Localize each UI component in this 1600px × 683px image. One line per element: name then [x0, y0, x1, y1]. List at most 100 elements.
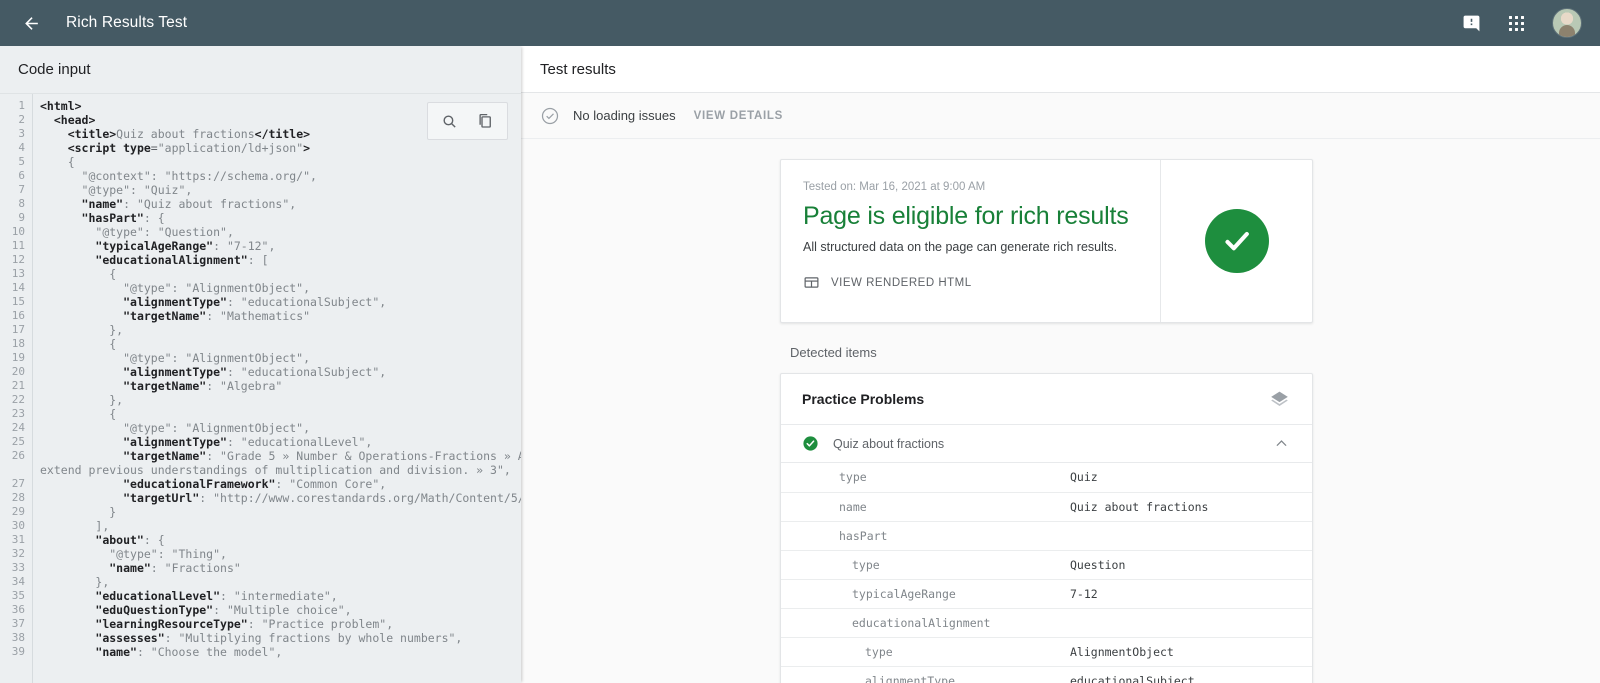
code-line-text: } [32, 505, 116, 519]
table-row: typeQuestion [781, 550, 1312, 579]
code-input-header: Code input [0, 46, 521, 93]
view-details-link[interactable]: VIEW DETAILS [694, 110, 783, 122]
code-line: 32 "@type": "Thing", [0, 547, 521, 561]
code-line: 21 "targetName": "Algebra" [0, 379, 521, 393]
detected-item-properties-table: typeQuiznameQuiz about fractionshasPartt… [781, 463, 1312, 683]
code-line-number: 3 [0, 127, 32, 141]
feedback-icon [1462, 14, 1481, 33]
code-line: extend previous understandings of multip… [0, 463, 521, 477]
loading-status-text: No loading issues [573, 108, 676, 123]
code-line-number: 5 [0, 155, 32, 169]
search-button[interactable] [441, 113, 458, 130]
search-icon [441, 113, 458, 130]
code-line: 23 { [0, 407, 521, 421]
code-line-number: 21 [0, 379, 32, 393]
code-line-text: }, [32, 393, 123, 407]
detected-items-label: Detected items [790, 345, 1313, 360]
code-line-number: 19 [0, 351, 32, 365]
code-line-number: 14 [0, 281, 32, 295]
code-line: 9 "hasPart": { [0, 211, 521, 225]
code-line: 15 "alignmentType": "educationalSubject"… [0, 295, 521, 309]
code-line-text: "assesses": "Multiplying fractions by wh… [32, 631, 462, 645]
code-line-text: "hasPart": { [32, 211, 165, 225]
code-line: 25 "alignmentType": "educationalLevel", [0, 435, 521, 449]
code-line-text: "name": "Fractions" [32, 561, 241, 575]
code-line-text: }, [32, 323, 123, 337]
code-line-number: 23 [0, 407, 32, 421]
code-line-number: 18 [0, 337, 32, 351]
code-editor[interactable]: 1<html>2 <head>3 <title>Quiz about fract… [0, 93, 521, 683]
layers-icon [1269, 389, 1290, 410]
code-line-number: 39 [0, 645, 32, 659]
property-value: 7-12 [1070, 579, 1312, 608]
code-line: 20 "alignmentType": "educationalSubject"… [0, 365, 521, 379]
code-line-text: "@type": "Question", [32, 225, 234, 239]
feedback-button[interactable] [1462, 14, 1481, 33]
code-line-text: "learningResourceType": "Practice proble… [32, 617, 393, 631]
code-line: 8 "name": "Quiz about fractions", [0, 197, 521, 211]
check-mark-icon [1218, 222, 1256, 260]
code-line-number: 17 [0, 323, 32, 337]
back-button[interactable] [18, 10, 44, 36]
chevron-up-icon[interactable] [1273, 435, 1290, 452]
avatar[interactable] [1552, 8, 1582, 38]
table-row: typeAlignmentObject [781, 637, 1312, 666]
property-key: educationalAlignment [781, 608, 1070, 637]
code-line-number: 27 [0, 477, 32, 491]
property-key: hasPart [781, 521, 1070, 550]
code-line: 18 { [0, 337, 521, 351]
property-key: type [781, 550, 1070, 579]
code-line-text: <head> [32, 113, 95, 127]
code-line-text: "@context": "https://schema.org/", [32, 169, 317, 183]
code-line-text: "educationalAlignment": [ [32, 253, 269, 267]
property-key: alignmentType [781, 666, 1070, 683]
code-line-number: 35 [0, 589, 32, 603]
code-line-number: 12 [0, 253, 32, 267]
arrow-back-icon [22, 14, 41, 33]
code-line-number: 7 [0, 183, 32, 197]
check-circle-filled-icon [1205, 209, 1269, 273]
code-line-number: 13 [0, 267, 32, 281]
code-line: 29 } [0, 505, 521, 519]
results-scroll-region: Tested on: Mar 16, 2021 at 9:00 AM Page … [521, 139, 1600, 683]
tested-on-timestamp: Tested on: Mar 16, 2021 at 9:00 AM [803, 181, 1138, 193]
code-line: 38 "assesses": "Multiplying fractions by… [0, 631, 521, 645]
code-line-text: "targetName": "Grade 5 » Number & Operat… [32, 449, 521, 463]
code-line-text: "name": "Choose the model", [32, 645, 282, 659]
code-line-text: { [32, 407, 116, 421]
code-line: 37 "learningResourceType": "Practice pro… [0, 617, 521, 631]
workspace: Code input 1<html>2 <head>3 <title>Quiz … [0, 46, 1600, 683]
code-line: 28 "targetUrl": "http://www.corestandard… [0, 491, 521, 505]
google-apps-button[interactable] [1509, 16, 1524, 31]
code-line-text: "@type": "Quiz", [32, 183, 192, 197]
loading-status-strip: No loading issues VIEW DETAILS [521, 93, 1600, 139]
code-line-text: "about": { [32, 533, 165, 547]
detected-item-row[interactable]: Quiz about fractions [781, 425, 1312, 463]
code-line-number: 24 [0, 421, 32, 435]
code-line-number: 26 [0, 449, 32, 463]
code-line-number: 11 [0, 239, 32, 253]
copy-button[interactable] [476, 112, 494, 130]
code-line-text: "alignmentType": "educationalSubject", [32, 295, 386, 309]
code-line-text: "@type": "AlignmentObject", [32, 421, 310, 435]
code-line-text: { [32, 155, 75, 169]
table-row: typicalAgeRange7-12 [781, 579, 1312, 608]
code-line-text: <html> [32, 99, 82, 113]
eligibility-subtitle: All structured data on the page can gene… [803, 240, 1138, 254]
code-line: 31 "about": { [0, 533, 521, 547]
code-line: 5 { [0, 155, 521, 169]
eligibility-card-body: Tested on: Mar 16, 2021 at 9:00 AM Page … [781, 160, 1160, 322]
code-line: 4 <script type="application/ld+json"> [0, 141, 521, 155]
code-line: 27 "educationalFramework": "Common Core"… [0, 477, 521, 491]
code-line-text: "targetUrl": "http://www.corestandards.o… [32, 491, 521, 505]
code-line-text: { [32, 267, 116, 281]
code-line-text: ], [32, 519, 109, 533]
code-line-text: "educationalFramework": "Common Core", [32, 477, 386, 491]
view-rendered-html-button[interactable]: VIEW RENDERED HTML [803, 274, 1138, 291]
code-line: 13 { [0, 267, 521, 281]
code-line: 19 "@type": "AlignmentObject", [0, 351, 521, 365]
code-line-text: "targetName": "Algebra" [32, 379, 282, 393]
apps-grid-icon [1509, 16, 1524, 31]
code-line: 12 "educationalAlignment": [ [0, 253, 521, 267]
code-line: 17 }, [0, 323, 521, 337]
